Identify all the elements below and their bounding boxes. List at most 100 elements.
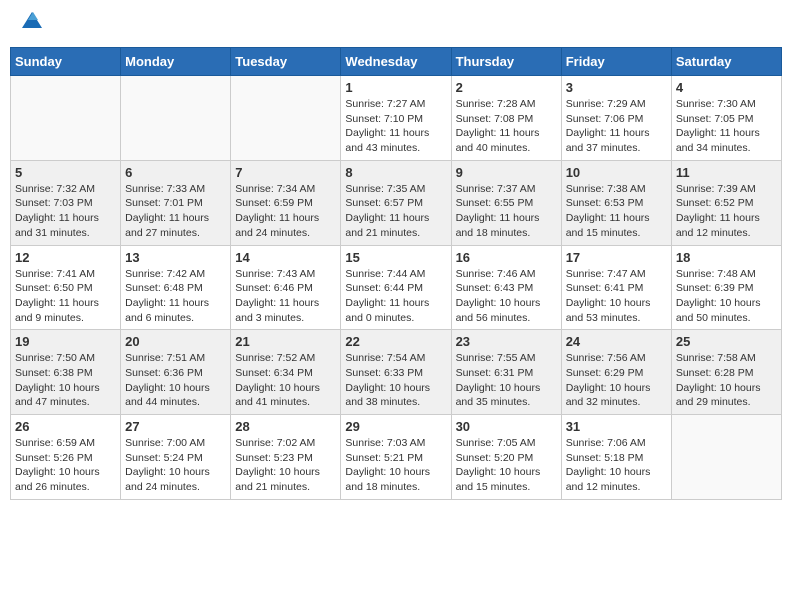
day-number: 27: [125, 419, 226, 434]
day-number: 20: [125, 334, 226, 349]
day-info: Sunrise: 7:44 AM Sunset: 6:44 PM Dayligh…: [345, 267, 446, 326]
day-info: Sunrise: 7:38 AM Sunset: 6:53 PM Dayligh…: [566, 182, 667, 241]
day-number: 22: [345, 334, 446, 349]
day-number: 14: [235, 250, 336, 265]
calendar-cell: 2 Sunrise: 7:28 AM Sunset: 7:08 PM Daylig…: [451, 76, 561, 161]
calendar-week-row: 5 Sunrise: 7:32 AM Sunset: 7:03 PM Daylig…: [11, 160, 782, 245]
day-info: Sunrise: 7:50 AM Sunset: 6:38 PM Dayligh…: [15, 351, 116, 410]
calendar-cell: 30Sunrise: 7:05 AM Sunset: 5:20 PM Dayli…: [451, 415, 561, 500]
day-number: 4: [676, 80, 777, 95]
day-number: 8: [345, 165, 446, 180]
day-number: 31: [566, 419, 667, 434]
calendar-cell: 15 Sunrise: 7:44 AM Sunset: 6:44 PM Dayli…: [341, 245, 451, 330]
calendar-cell: 29 Sunrise: 7:03 AM Sunset: 5:21 PM Dayli…: [341, 415, 451, 500]
day-info: Sunrise: 7:30 AM Sunset: 7:05 PM Dayligh…: [676, 97, 777, 156]
day-info: Sunrise: 7:48 AM Sunset: 6:39 PM Dayligh…: [676, 267, 777, 326]
calendar-week-row: 12 Sunrise: 7:41 AM Sunset: 6:50 PM Dayli…: [11, 245, 782, 330]
calendar-cell: 4 Sunrise: 7:30 AM Sunset: 7:05 PM Daylig…: [671, 76, 781, 161]
day-number: 13: [125, 250, 226, 265]
day-info: Sunrise: 7:28 AM Sunset: 7:08 PM Dayligh…: [456, 97, 557, 156]
day-number: 26: [15, 419, 116, 434]
weekday-header-tuesday: Tuesday: [231, 48, 341, 76]
day-info: Sunrise: 7:33 AM Sunset: 7:01 PM Dayligh…: [125, 182, 226, 241]
day-number: 6: [125, 165, 226, 180]
calendar-week-row: 19 Sunrise: 7:50 AM Sunset: 6:38 PM Dayli…: [11, 330, 782, 415]
day-number: 7: [235, 165, 336, 180]
weekday-header-friday: Friday: [561, 48, 671, 76]
day-number: 9: [456, 165, 557, 180]
day-number: 19: [15, 334, 116, 349]
calendar-cell: 12 Sunrise: 7:41 AM Sunset: 6:50 PM Dayli…: [11, 245, 121, 330]
calendar-cell: 10 Sunrise: 7:38 AM Sunset: 6:53 PM Dayli…: [561, 160, 671, 245]
day-number: 11: [676, 165, 777, 180]
calendar-cell: 14 Sunrise: 7:43 AM Sunset: 6:46 PM Dayli…: [231, 245, 341, 330]
calendar-cell: 6 Sunrise: 7:33 AM Sunset: 7:01 PM Daylig…: [121, 160, 231, 245]
weekday-header-saturday: Saturday: [671, 48, 781, 76]
day-number: 12: [15, 250, 116, 265]
calendar-week-row: 1 Sunrise: 7:27 AM Sunset: 7:10 PM Daylig…: [11, 76, 782, 161]
calendar-cell: 20Sunrise: 7:51 AM Sunset: 6:36 PM Dayli…: [121, 330, 231, 415]
day-info: Sunrise: 6:59 AM Sunset: 5:26 PM Dayligh…: [15, 436, 116, 495]
day-number: 10: [566, 165, 667, 180]
calendar-cell: [671, 415, 781, 500]
calendar-cell: 1 Sunrise: 7:27 AM Sunset: 7:10 PM Daylig…: [341, 76, 451, 161]
calendar-cell: 16 Sunrise: 7:46 AM Sunset: 6:43 PM Dayli…: [451, 245, 561, 330]
day-info: Sunrise: 7:39 AM Sunset: 6:52 PM Dayligh…: [676, 182, 777, 241]
day-info: Sunrise: 7:41 AM Sunset: 6:50 PM Dayligh…: [15, 267, 116, 326]
calendar-cell: 21 Sunrise: 7:52 AM Sunset: 6:34 PM Dayli…: [231, 330, 341, 415]
calendar-cell: [11, 76, 121, 161]
calendar-cell: [231, 76, 341, 161]
day-info: Sunrise: 7:06 AM Sunset: 5:18 PM Dayligh…: [566, 436, 667, 495]
logo-icon: [20, 10, 44, 34]
page-header: [10, 10, 782, 39]
logo: [18, 10, 44, 39]
calendar-cell: 13 Sunrise: 7:42 AM Sunset: 6:48 PM Dayli…: [121, 245, 231, 330]
day-info: Sunrise: 7:47 AM Sunset: 6:41 PM Dayligh…: [566, 267, 667, 326]
calendar-cell: 3 Sunrise: 7:29 AM Sunset: 7:06 PM Daylig…: [561, 76, 671, 161]
calendar-cell: [121, 76, 231, 161]
weekday-header-thursday: Thursday: [451, 48, 561, 76]
calendar-cell: 23 Sunrise: 7:55 AM Sunset: 6:31 PM Dayli…: [451, 330, 561, 415]
day-number: 29: [345, 419, 446, 434]
day-info: Sunrise: 7:27 AM Sunset: 7:10 PM Dayligh…: [345, 97, 446, 156]
calendar-cell: 26 Sunrise: 6:59 AM Sunset: 5:26 PM Dayli…: [11, 415, 121, 500]
calendar-cell: 25Sunrise: 7:58 AM Sunset: 6:28 PM Dayli…: [671, 330, 781, 415]
day-number: 17: [566, 250, 667, 265]
day-info: Sunrise: 7:05 AM Sunset: 5:20 PM Dayligh…: [456, 436, 557, 495]
day-number: 2: [456, 80, 557, 95]
day-number: 21: [235, 334, 336, 349]
day-info: Sunrise: 7:35 AM Sunset: 6:57 PM Dayligh…: [345, 182, 446, 241]
calendar-cell: 9Sunrise: 7:37 AM Sunset: 6:55 PM Daylig…: [451, 160, 561, 245]
calendar-cell: 17 Sunrise: 7:47 AM Sunset: 6:41 PM Dayli…: [561, 245, 671, 330]
calendar-table: SundayMondayTuesdayWednesdayThursdayFrid…: [10, 47, 782, 500]
day-info: Sunrise: 7:03 AM Sunset: 5:21 PM Dayligh…: [345, 436, 446, 495]
calendar-cell: 5 Sunrise: 7:32 AM Sunset: 7:03 PM Daylig…: [11, 160, 121, 245]
weekday-header-monday: Monday: [121, 48, 231, 76]
day-info: Sunrise: 7:42 AM Sunset: 6:48 PM Dayligh…: [125, 267, 226, 326]
day-number: 15: [345, 250, 446, 265]
day-number: 3: [566, 80, 667, 95]
day-info: Sunrise: 7:32 AM Sunset: 7:03 PM Dayligh…: [15, 182, 116, 241]
calendar-cell: 22 Sunrise: 7:54 AM Sunset: 6:33 PM Dayli…: [341, 330, 451, 415]
day-number: 25: [676, 334, 777, 349]
day-number: 24: [566, 334, 667, 349]
weekday-header-row: SundayMondayTuesdayWednesdayThursdayFrid…: [11, 48, 782, 76]
day-info: Sunrise: 7:55 AM Sunset: 6:31 PM Dayligh…: [456, 351, 557, 410]
day-info: Sunrise: 7:34 AM Sunset: 6:59 PM Dayligh…: [235, 182, 336, 241]
calendar-cell: 28Sunrise: 7:02 AM Sunset: 5:23 PM Dayli…: [231, 415, 341, 500]
day-number: 16: [456, 250, 557, 265]
day-info: Sunrise: 7:29 AM Sunset: 7:06 PM Dayligh…: [566, 97, 667, 156]
day-info: Sunrise: 7:46 AM Sunset: 6:43 PM Dayligh…: [456, 267, 557, 326]
day-number: 28: [235, 419, 336, 434]
day-number: 1: [345, 80, 446, 95]
calendar-cell: 27Sunrise: 7:00 AM Sunset: 5:24 PM Dayli…: [121, 415, 231, 500]
calendar-cell: 19 Sunrise: 7:50 AM Sunset: 6:38 PM Dayli…: [11, 330, 121, 415]
day-info: Sunrise: 7:52 AM Sunset: 6:34 PM Dayligh…: [235, 351, 336, 410]
day-number: 5: [15, 165, 116, 180]
day-info: Sunrise: 7:43 AM Sunset: 6:46 PM Dayligh…: [235, 267, 336, 326]
day-number: 23: [456, 334, 557, 349]
day-info: Sunrise: 7:54 AM Sunset: 6:33 PM Dayligh…: [345, 351, 446, 410]
calendar-week-row: 26 Sunrise: 6:59 AM Sunset: 5:26 PM Dayli…: [11, 415, 782, 500]
calendar-cell: 31 Sunrise: 7:06 AM Sunset: 5:18 PM Dayli…: [561, 415, 671, 500]
weekday-header-sunday: Sunday: [11, 48, 121, 76]
